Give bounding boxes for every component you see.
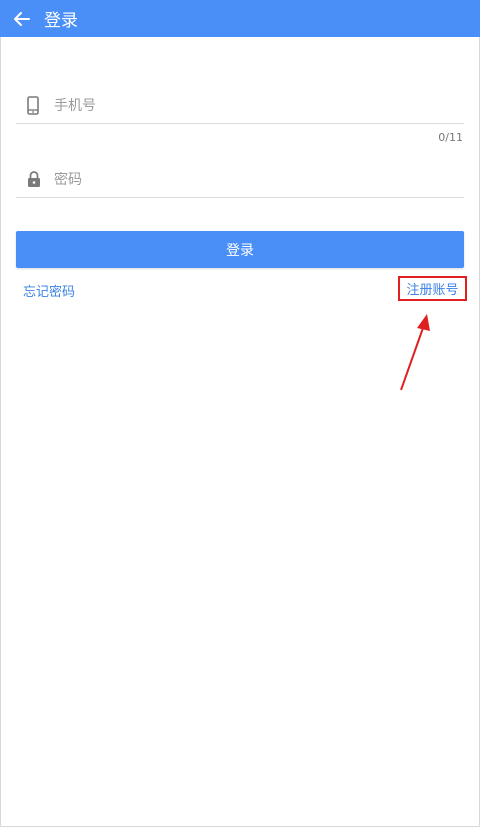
password-input[interactable] — [54, 171, 434, 188]
register-account-link[interactable]: 注册账号 — [406, 279, 458, 298]
login-button[interactable]: 登录 — [16, 231, 464, 268]
back-button[interactable] — [0, 0, 44, 37]
app-bar: 登录 — [0, 0, 480, 37]
phone-field — [16, 88, 464, 124]
phone-length-counter: 0/11 — [438, 131, 463, 144]
forgot-password-link[interactable]: 忘记密码 — [23, 281, 75, 300]
arrow-left-icon — [14, 11, 30, 26]
page-title: 登录 — [44, 11, 78, 31]
register-highlight-box: 注册账号 — [398, 276, 467, 301]
phone-input[interactable] — [54, 97, 434, 114]
phone-icon — [16, 96, 54, 115]
password-field — [16, 162, 464, 198]
screen-frame — [0, 0, 480, 827]
lock-icon — [16, 171, 54, 188]
